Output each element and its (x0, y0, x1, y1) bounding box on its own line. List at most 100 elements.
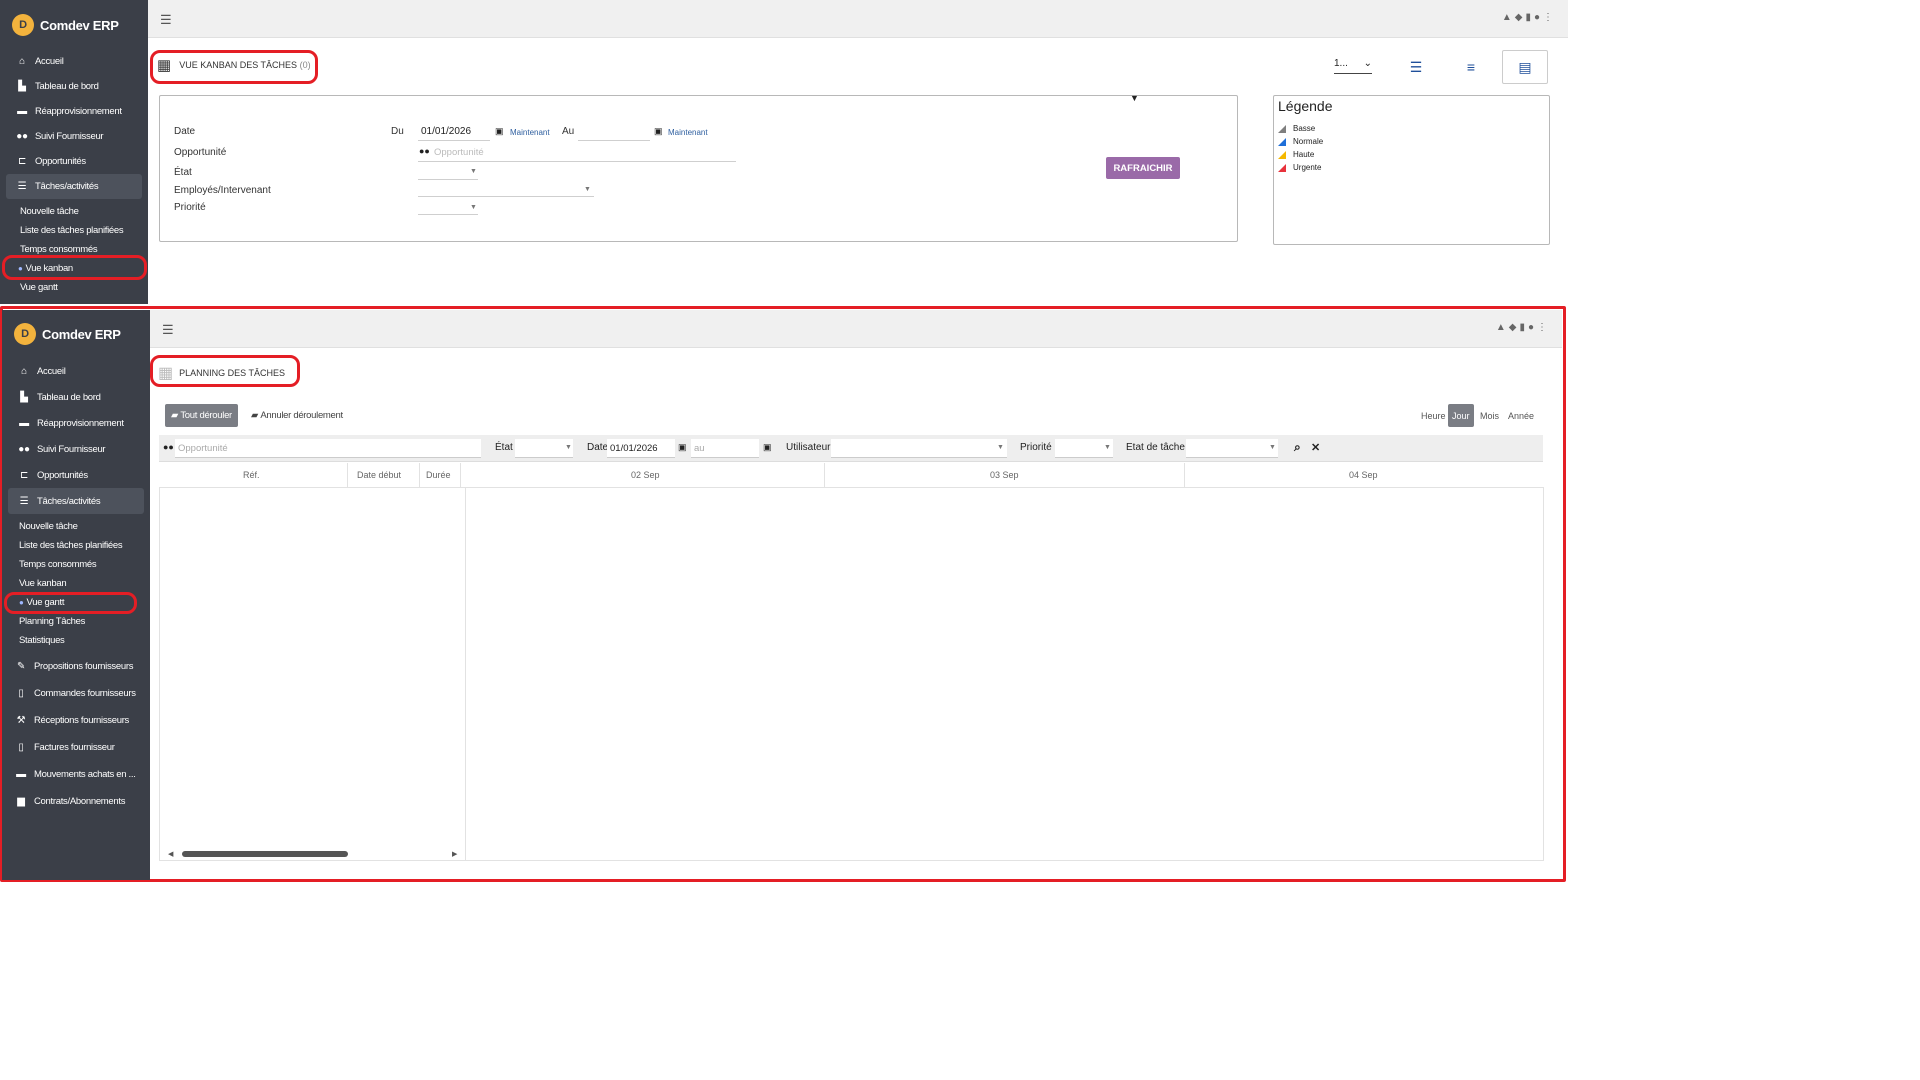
sidebar-item-label: Tâches/activités (37, 495, 101, 507)
network-icon: ⊏ (17, 156, 27, 167)
opportunity-input[interactable]: Opportunité (434, 147, 484, 158)
sidebar-item-opportunites[interactable]: ⊏ Opportunités (2, 462, 150, 488)
align-view-button[interactable]: ≡ (1448, 50, 1494, 84)
column-divider (824, 463, 825, 488)
date-label: Date (174, 126, 196, 137)
brand[interactable]: D Comdev ERP (0, 0, 148, 50)
au-now-link[interactable]: Maintenant (668, 128, 708, 137)
employees-label: Employés/Intervenant (174, 185, 271, 196)
sidebar-sub-planning-taches[interactable]: Planning Tâches (2, 612, 150, 631)
tasks-icon: ☰ (17, 181, 27, 192)
calendar-icon[interactable]: ▣ (678, 442, 687, 453)
sidebar-sub-nouvelle-tache[interactable]: Nouvelle tâche (2, 517, 150, 536)
refresh-button[interactable]: RAFRAICHIR (1106, 157, 1180, 179)
sidebar-sub-statistiques[interactable]: Statistiques (2, 631, 150, 650)
search-icon[interactable]: ⌕ (1294, 440, 1301, 455)
sidebar-item-tableau-de-bord[interactable]: ▙ Tableau de bord (2, 384, 150, 410)
calendar-icon[interactable]: ▣ (763, 442, 772, 453)
user-select[interactable] (831, 439, 1007, 458)
sidebar-item-accueil[interactable]: ⌂ Accueil (0, 49, 148, 74)
topbar-icons[interactable]: ▲◆▮●⋮ (1496, 322, 1550, 333)
caret-down-icon: ▼ (470, 204, 477, 211)
employees-select[interactable] (418, 196, 594, 197)
sidebar-item-reapprovisionnement[interactable]: ▬ Réapprovisionnement (0, 99, 148, 124)
sidebar-item-mouvements[interactable]: ▬ Mouvements achats en ... (2, 761, 150, 788)
du-date-input[interactable]: 01/01/2026 (421, 126, 471, 137)
legend-label: Urgente (1293, 163, 1322, 172)
scale-annee[interactable]: Année (1504, 404, 1538, 427)
scroll-left-icon[interactable]: ◀ (168, 850, 173, 858)
sidebar-item-label: Suivi Fournisseur (35, 131, 104, 142)
sidebar-sub-liste-taches[interactable]: Liste des tâches planifiées (2, 536, 150, 555)
network-icon: ⊏ (19, 469, 29, 481)
sidebar-sub-liste-taches[interactable]: Liste des tâches planifiées (0, 221, 148, 240)
date-from-input[interactable]: 01/01/2026 (607, 439, 675, 458)
dolly-icon: ⚒ (16, 715, 26, 726)
kanban-view-button[interactable]: ▤ (1502, 50, 1548, 84)
sidebar-item-accueil[interactable]: ⌂ Accueil (2, 358, 150, 384)
scroll-right-icon[interactable]: ▶ (452, 850, 457, 858)
sidebar-item-commandes[interactable]: ▯ Commandes fournisseurs (2, 680, 150, 707)
page-size-select[interactable]: 1... ⌄ (1334, 58, 1372, 74)
sidebar-item-receptions[interactable]: ⚒ Réceptions fournisseurs (2, 707, 150, 734)
scale-jour[interactable]: Jour (1448, 404, 1474, 427)
brand[interactable]: D Comdev ERP (2, 310, 150, 358)
sidebar-item-tableau-de-bord[interactable]: ▙ Tableau de bord (0, 74, 148, 99)
state-select[interactable] (418, 179, 478, 180)
column-date-debut[interactable]: Date début (357, 470, 401, 480)
sidebar-item-suivi-fournisseur[interactable]: ●● Suivi Fournisseur (0, 124, 148, 149)
sidebar-item-label: Réceptions fournisseurs (34, 715, 130, 726)
column-ref[interactable]: Réf. (243, 470, 260, 480)
menu-toggle-icon[interactable]: ☰ (160, 12, 172, 28)
column-divider (419, 463, 420, 488)
column-divider (460, 463, 461, 488)
priority-label: Priorité (174, 202, 206, 213)
sidebar-item-reapprovisionnement[interactable]: ▬ Réapprovisionnement (2, 410, 150, 436)
horizontal-scrollbar[interactable] (182, 851, 348, 857)
sidebar-sub-nouvelle-tache[interactable]: Nouvelle tâche (0, 202, 148, 221)
users-icon: ●● (18, 443, 30, 455)
app-logo: D (14, 323, 36, 345)
date-from-value: 01/01/2026 (610, 442, 658, 454)
priority-select[interactable] (418, 214, 478, 215)
scale-mois[interactable]: Mois (1476, 404, 1503, 427)
scale-heure[interactable]: Heure (1417, 404, 1450, 427)
sidebar-item-suivi-fournisseur[interactable]: ●● Suivi Fournisseur (2, 436, 150, 462)
topbar-icons[interactable]: ▲◆▮●⋮ (1502, 12, 1556, 23)
sidebar-item-factures[interactable]: ▯ Factures fournisseur (2, 734, 150, 761)
au-date-input[interactable] (578, 140, 650, 141)
task-state-select[interactable] (1186, 439, 1278, 458)
date-to-input[interactable]: au (691, 439, 759, 458)
sidebar-item-propositions[interactable]: ✎ Propositions fournisseurs (2, 653, 150, 680)
sidebar-item-taches[interactable]: ☰ Tâches/activités (6, 174, 142, 199)
sidebar-sub-vue-kanban[interactable]: Vue kanban (2, 574, 150, 593)
expand-all-button[interactable]: ▰ Tout dérouler (165, 404, 238, 427)
sidebar-sub-vue-gantt[interactable]: Vue gantt (0, 278, 148, 297)
date-label: Date (587, 442, 609, 453)
list-view-button[interactable]: ☰ (1393, 50, 1439, 84)
align-icon: ≡ (1466, 59, 1476, 75)
page-size-value: 1... (1334, 58, 1348, 69)
funnel-icon[interactable]: ▼ (1130, 93, 1139, 103)
menu-toggle-icon[interactable]: ☰ (162, 322, 174, 338)
sidebar-item-contrats[interactable]: ▆ Contrats/Abonnements (2, 788, 150, 815)
calendar-icon[interactable]: ▣ (654, 126, 663, 137)
opportunity-input[interactable]: Opportunité (175, 439, 481, 458)
sidebar-item-label: Mouvements achats en ... (34, 769, 136, 780)
sidebar-sub-temps[interactable]: Temps consommés (2, 555, 150, 574)
grid-list-icon: ▤ (1518, 58, 1532, 75)
triangle-icon (1278, 163, 1286, 172)
sidebar-item-opportunites[interactable]: ⊏ Opportunités (0, 149, 148, 174)
calendar-icon[interactable]: ▣ (495, 126, 504, 137)
topbar: ☰ ▲◆▮●⋮ (148, 0, 1568, 38)
du-underline (418, 140, 490, 141)
close-icon[interactable]: ✕ (1311, 441, 1320, 454)
sidebar-item-taches[interactable]: ☰ Tâches/activités (8, 488, 144, 514)
du-now-link[interactable]: Maintenant (510, 128, 550, 137)
sidebar-item-label: Tableau de bord (35, 81, 99, 92)
column-divider (1184, 463, 1185, 488)
column-duree[interactable]: Durée (426, 470, 451, 480)
gantt-grid-divider[interactable] (465, 488, 466, 861)
collapse-all-button[interactable]: ▰ Annuler déroulement (245, 404, 349, 427)
sidebar-item-label: Factures fournisseur (34, 742, 115, 753)
